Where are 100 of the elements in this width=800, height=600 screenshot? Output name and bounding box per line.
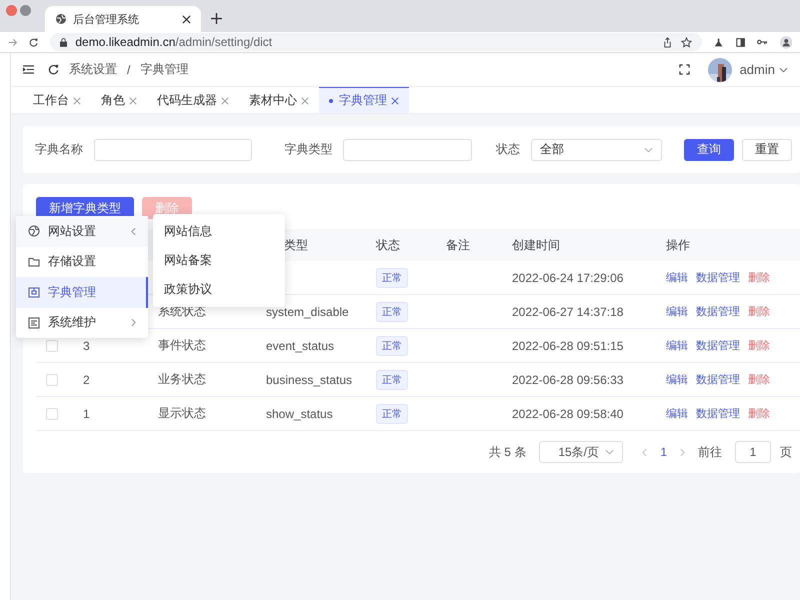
column-header: 备注 [445,236,471,254]
menu-fold-icon[interactable] [23,65,34,74]
menu-item[interactable]: 系统维护 [16,308,148,338]
page-tab[interactable]: 字典管理 [319,87,409,113]
address-field[interactable]: demo.likeadmin.cn/admin/setting/dict [50,33,702,51]
close-window-icon[interactable] [6,5,17,16]
column-header: 操作 [665,236,691,254]
table-cell: 2 [83,372,90,386]
field-label: 状态 [496,141,520,158]
refresh-icon[interactable] [48,64,59,75]
lock-icon [60,38,68,46]
table-cell: business_status [266,372,352,386]
share-icon[interactable] [662,36,674,48]
browser-tab[interactable]: 后台管理系统 [45,6,201,32]
minimize-window-icon[interactable] [20,5,31,16]
page-size-select[interactable]: 15条/页 [539,441,624,463]
goto-label: 前往 [698,444,722,460]
chevron-down-icon[interactable] [779,66,788,72]
chevron-right-icon [131,318,136,328]
page-tab[interactable]: 角色 [91,87,147,113]
table-cell: 2022-06-28 09:51:15 [512,338,624,352]
table-cell: 2022-06-28 09:56:33 [512,372,624,386]
user-name[interactable]: admin [740,62,775,77]
sidebar-icon[interactable] [736,36,745,48]
page-suffix: 页 [780,444,792,460]
table-cell: 3 [83,338,90,352]
action-link[interactable]: 数据管理 [696,372,740,387]
row-checkbox[interactable] [46,408,58,420]
action-link[interactable]: 删除 [748,304,770,319]
status-tag: 正常 [376,404,408,424]
new-tab-icon[interactable] [211,13,222,24]
box-icon [28,286,40,298]
column-header: 状态 [375,236,401,254]
field-label: 字典名称 [35,141,83,158]
action-link[interactable]: 编辑 [666,338,688,353]
page-tab[interactable]: 代码生成器 [147,87,239,113]
page-input[interactable]: 1 [735,441,771,463]
globe-icon [28,225,40,238]
action-link[interactable]: 删除 [748,270,770,285]
breadcrumb-item[interactable]: 系统设置 [69,61,117,78]
menu-item[interactable]: 网站设置 [16,216,148,246]
chevron-left-icon [131,226,136,236]
status-tag: 正常 [376,268,408,288]
action-link[interactable]: 编辑 [666,304,688,319]
field-label: 字典类型 [284,141,332,158]
action-link[interactable]: 编辑 [666,270,688,285]
globe-icon [55,13,67,25]
row-checkbox[interactable] [46,340,58,352]
menu-item[interactable]: 存储设置 [16,246,148,277]
close-icon[interactable] [182,14,191,24]
search-button[interactable]: 重置 [742,138,792,160]
action-link[interactable]: 编辑 [666,406,688,421]
table-cell: 1 [83,406,90,420]
flask-icon[interactable] [714,36,724,48]
column-header: 创建时间 [511,236,561,254]
profile-icon[interactable] [780,34,792,50]
column-header: 类型 [283,236,309,254]
row-checkbox[interactable] [46,374,58,386]
page-tab[interactable]: 素材中心 [239,87,319,113]
total-count: 共 5 条 [488,444,526,460]
table-cell: 显示状态 [158,405,206,422]
reload-icon[interactable] [29,36,38,48]
action-link[interactable]: 删除 [748,338,770,353]
action-link[interactable]: 数据管理 [696,270,740,285]
status-tag: 正常 [376,302,408,322]
table-cell: 业务状态 [158,371,206,388]
menu-item[interactable]: 字典管理 [16,277,148,308]
forward-icon[interactable] [8,36,18,48]
action-link[interactable]: 数据管理 [696,406,740,421]
page-tab[interactable]: 工作台 [23,87,91,113]
input-field[interactable] [94,138,252,160]
action-link[interactable]: 编辑 [666,372,688,387]
table-cell: show_status [266,406,333,420]
page-number[interactable]: 1 [660,445,667,459]
status-select[interactable]: 全部 [531,138,662,160]
action-link[interactable]: 数据管理 [696,338,740,353]
breadcrumb-item: 字典管理 [140,61,188,78]
table-cell: 2022-06-24 17:29:06 [512,270,624,284]
fullscreen-icon[interactable] [678,64,690,75]
input-field[interactable] [343,138,472,160]
status-tag: 正常 [376,370,408,390]
submenu-item[interactable]: 网站备案 [153,246,285,275]
key-icon[interactable] [756,38,768,46]
submenu-item[interactable]: 网站信息 [153,217,285,246]
chevron-down-icon [605,449,614,455]
action-link[interactable]: 删除 [748,406,770,421]
status-tag: 正常 [376,336,408,356]
chevron-down-icon [644,146,653,152]
list-icon [28,316,40,329]
submenu-item[interactable]: 政策协议 [153,275,285,304]
star-icon[interactable] [681,36,692,48]
search-button[interactable]: 查询 [684,138,734,160]
table-cell: 事件状态 [158,337,206,354]
action-link[interactable]: 数据管理 [696,304,740,319]
table-cell: system_disable [266,304,349,318]
action-link[interactable]: 删除 [748,372,770,387]
table-cell: 2022-06-27 14:37:18 [512,304,624,318]
table-cell: 2022-06-28 09:58:40 [512,406,624,420]
breadcrumb-separator: / [127,62,130,76]
table-cell: event_status [266,338,334,352]
